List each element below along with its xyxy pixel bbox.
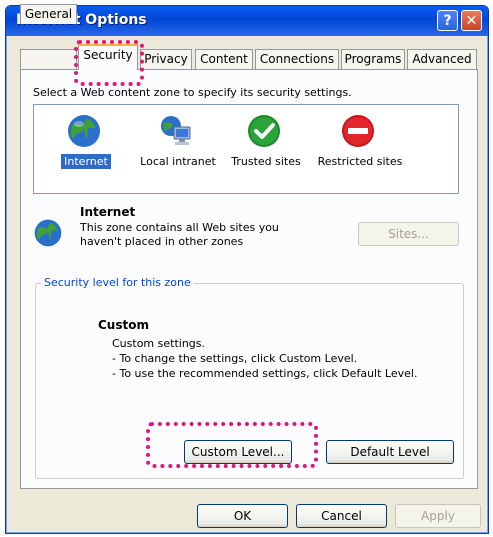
ok-button[interactable]: OK [197, 504, 288, 528]
help-button[interactable]: ? [437, 10, 458, 31]
tab-advanced[interactable]: Advanced [407, 49, 477, 69]
security-level-line-3: - To use the recommended settings, click… [112, 367, 418, 380]
zone-restricted-sites[interactable]: Restricted sites [312, 107, 408, 187]
tab-general-dup [20, 49, 77, 69]
selected-zone-description-2: haven't placed in other zones [80, 235, 244, 248]
selected-zone-description-1: This zone contains all Web sites you [80, 221, 279, 234]
globe-icon [68, 115, 100, 147]
zone-label-internet: Internet [61, 154, 111, 169]
zone-list: Internet Local intranet Trusted sites Re… [33, 104, 459, 194]
zone-local-intranet[interactable]: Local intranet [130, 107, 226, 187]
title-bar[interactable]: Internet Options ? ✕ [6, 6, 488, 36]
security-level-line-1: Custom settings. [112, 337, 206, 350]
close-icon[interactable]: ✕ [461, 10, 482, 31]
tab-privacy[interactable]: Privacy [140, 49, 192, 69]
tab-content[interactable]: Content [195, 49, 253, 69]
zone-trusted-sites[interactable]: Trusted sites [218, 107, 314, 187]
zone-label-restricted-sites: Restricted sites [317, 155, 403, 168]
default-level-button[interactable]: Default Level [326, 440, 454, 464]
tab-programs[interactable]: Programs [341, 49, 405, 69]
computer-network-icon [161, 116, 191, 145]
zone-instruction: Select a Web content zone to specify its… [33, 86, 352, 99]
security-level-line-2: - To change the settings, click Custom L… [112, 352, 358, 365]
cancel-button[interactable]: Cancel [296, 504, 387, 528]
security-level-group-title: Security level for this zone [41, 276, 194, 289]
security-level-name: Custom [98, 318, 149, 332]
zone-label-local-intranet: Local intranet [140, 155, 216, 168]
checkmark-icon [248, 115, 280, 147]
globe-icon [34, 219, 62, 247]
zone-internet[interactable]: Internet [38, 107, 134, 187]
custom-level-button[interactable]: Custom Level... [184, 440, 292, 464]
tab-connections[interactable]: Connections [255, 49, 339, 69]
tab-security[interactable]: Security [78, 44, 138, 70]
sites-button[interactable]: Sites... [358, 222, 459, 246]
tab-general[interactable]: General [20, 4, 77, 24]
apply-button[interactable]: Apply [395, 504, 481, 528]
no-entry-icon [342, 115, 374, 147]
zone-label-trusted-sites: Trusted sites [231, 155, 301, 168]
selected-zone-name: Internet [80, 205, 136, 219]
